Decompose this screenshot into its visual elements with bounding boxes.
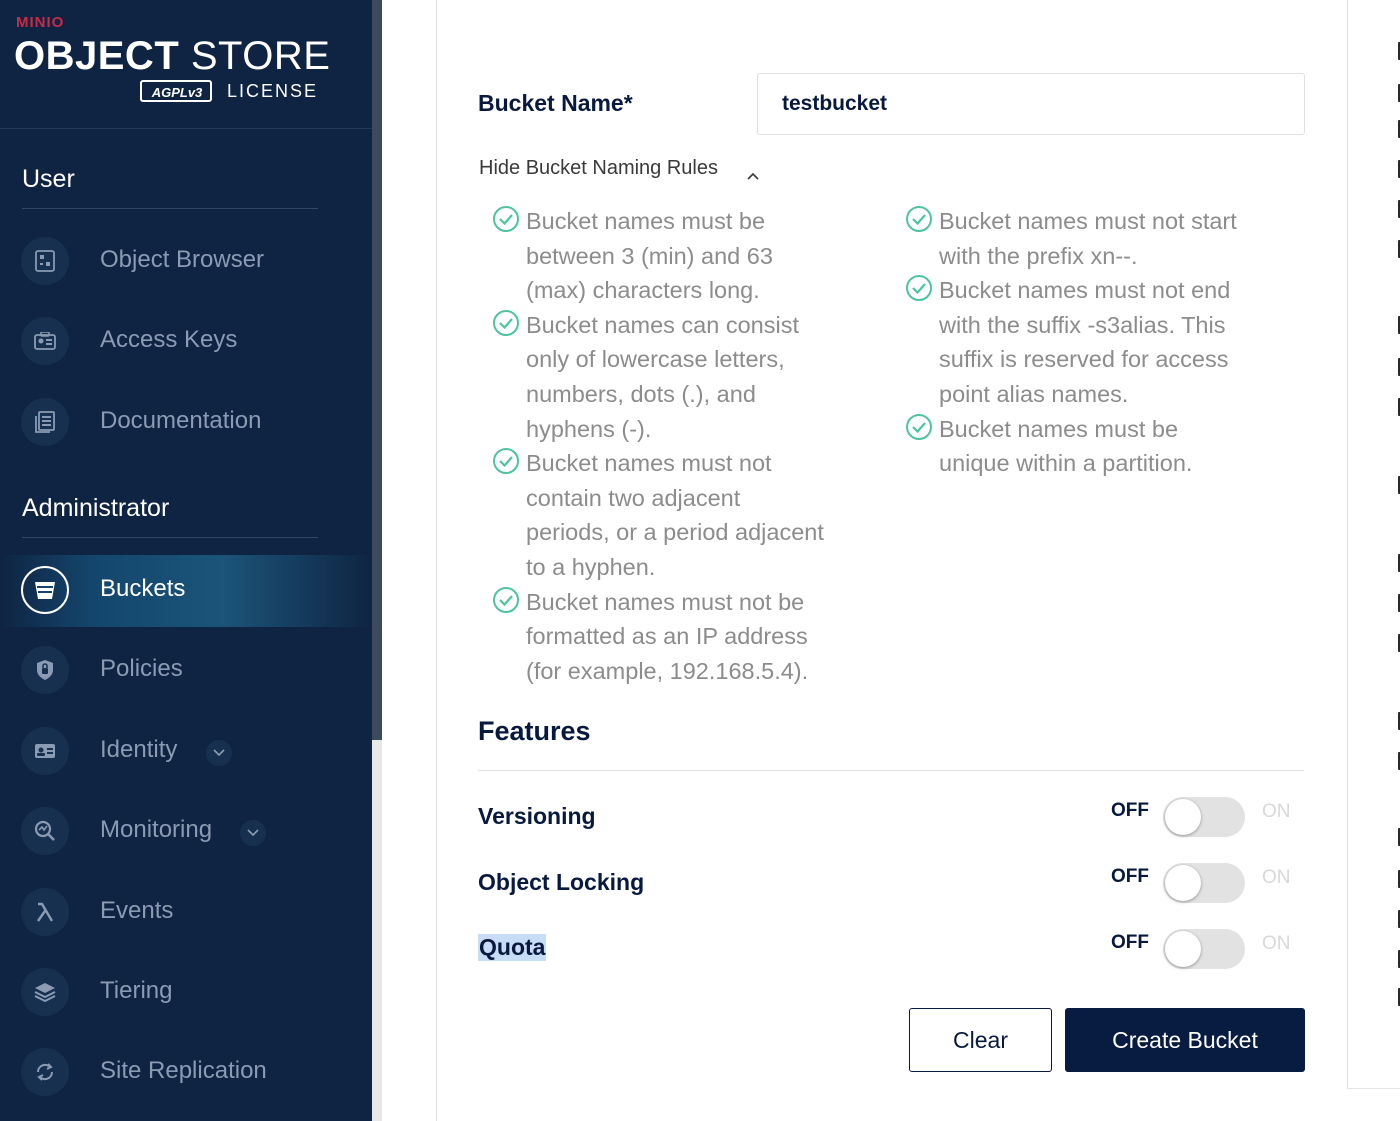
quota-label: Quota [478,934,547,961]
nav-label: Buckets [100,575,186,602]
license-label: LICENSE [227,81,319,101]
toggle-knob [1165,931,1201,967]
chevron-down-icon[interactable] [206,740,232,766]
brand-name: MINIO [16,14,65,31]
bucket-name-input[interactable] [757,73,1305,135]
object-locking-on-label: ON [1262,867,1291,888]
object-browser-icon [21,237,69,285]
divider [22,537,318,538]
nav-documentation[interactable]: Documentation [0,387,372,459]
product-title-light: STORE [190,34,331,78]
nav-access-keys[interactable]: Access Keys [0,306,372,378]
quota-off-label: OFF [1111,932,1149,953]
naming-rule: Bucket names must not be formatted as an… [486,585,826,689]
product-title: OBJECT STORE [14,34,330,79]
versioning-toggle[interactable] [1163,797,1245,837]
check-circle-icon [493,309,519,336]
nav-label: Tiering [100,977,173,1004]
check-circle-icon [906,413,932,440]
clear-button[interactable]: Clear [909,1008,1052,1072]
naming-rule: Bucket names must not end with the suffi… [899,273,1239,411]
policies-icon [21,646,69,694]
divider [478,770,1304,771]
user-section-heading: User [22,165,75,193]
object-locking-label: Object Locking [478,869,645,895]
nav-label: Identity [100,736,178,763]
nav-label: Access Keys [100,326,238,353]
check-circle-icon [906,275,932,302]
naming-rule-text: Bucket names must not start with the pre… [939,208,1237,269]
versioning-off-label: OFF [1111,800,1149,821]
nav-tiering[interactable]: Tiering [0,957,372,1029]
nav-buckets[interactable]: Buckets [0,555,372,627]
agpl-badge: AGPLv3 [140,80,212,102]
nav-label: Documentation [100,407,262,434]
nav-identity[interactable]: Identity [0,716,372,788]
hide-naming-rules-toggle[interactable]: Hide Bucket Naming Rules [479,157,759,180]
nav-policies[interactable]: Policies [0,635,372,707]
nav-label: Monitoring [100,816,213,843]
nav-label: Object Browser [100,246,265,273]
divider [22,208,318,209]
object-locking-off-label: OFF [1111,866,1149,887]
naming-rule-text: Bucket names must not contain two adjace… [526,450,824,580]
naming-rules-right: Bucket names must not start with the pre… [899,204,1239,481]
object-locking-toggle[interactable] [1163,863,1245,903]
toggle-knob [1165,799,1201,835]
naming-rule: Bucket names must not start with the pre… [899,204,1239,273]
naming-rule-text: Bucket names must be unique within a par… [939,415,1193,477]
info-panel-clipped [1347,0,1400,1089]
naming-rule-text: Bucket names can consist only of lowerca… [526,311,799,442]
site-replication-icon [21,1048,69,1096]
identity-icon [21,727,69,775]
chevron-down-icon[interactable] [240,820,266,846]
naming-rule-text: Bucket names must not end with the suffi… [939,277,1231,407]
naming-rule: Bucket names must be between 3 (min) and… [486,204,826,308]
nav-label: Events [100,897,174,924]
create-bucket-button[interactable]: Create Bucket [1065,1008,1305,1072]
nav-object-browser[interactable]: Object Browser [0,226,372,298]
naming-rule: Bucket names must not contain two adjace… [486,446,826,584]
product-title-bold: OBJECT [14,34,180,78]
naming-rule: Bucket names can consist only of lowerca… [486,308,826,446]
nav-events[interactable]: Events [0,877,372,949]
naming-rule: Bucket names must be unique within a par… [899,412,1239,481]
toggle-knob [1165,865,1201,901]
sidebar: MINIO OBJECT STORE AGPLv3 LICENSE User O… [0,0,372,1121]
sidebar-scrollbar-thumb[interactable] [372,0,382,740]
bucket-icon [21,566,69,614]
check-circle-icon [906,206,932,232]
check-circle-icon [493,448,519,475]
access-keys-icon [21,317,69,365]
nav-label: Policies [100,655,183,682]
bucket-name-label: Bucket Name* [478,90,633,116]
nav-monitoring[interactable]: Monitoring [0,796,372,868]
monitoring-icon [21,807,69,855]
tiering-icon [21,968,69,1016]
chevron-up-icon [747,163,759,186]
logo[interactable]: MINIO OBJECT STORE AGPLv3 LICENSE [0,0,372,129]
lambda-icon [21,888,69,936]
rules-toggle-label: Hide Bucket Naming Rules [479,157,718,179]
versioning-label: Versioning [478,803,596,829]
nav-label: Site Replication [100,1057,267,1084]
quota-on-label: ON [1262,933,1291,954]
naming-rules-left: Bucket names must be between 3 (min) and… [486,204,826,688]
nav-site-replication[interactable]: Site Replication [0,1037,372,1109]
admin-section-heading: Administrator [22,494,170,522]
quota-toggle[interactable] [1163,929,1245,969]
naming-rule-text: Bucket names must be between 3 (min) and… [526,208,773,304]
check-circle-icon [493,586,519,613]
documentation-icon [21,398,69,446]
check-circle-icon [493,206,519,232]
naming-rule-text: Bucket names must not be formatted as an… [526,588,809,684]
features-heading: Features [478,716,591,746]
versioning-on-label: ON [1262,801,1291,822]
